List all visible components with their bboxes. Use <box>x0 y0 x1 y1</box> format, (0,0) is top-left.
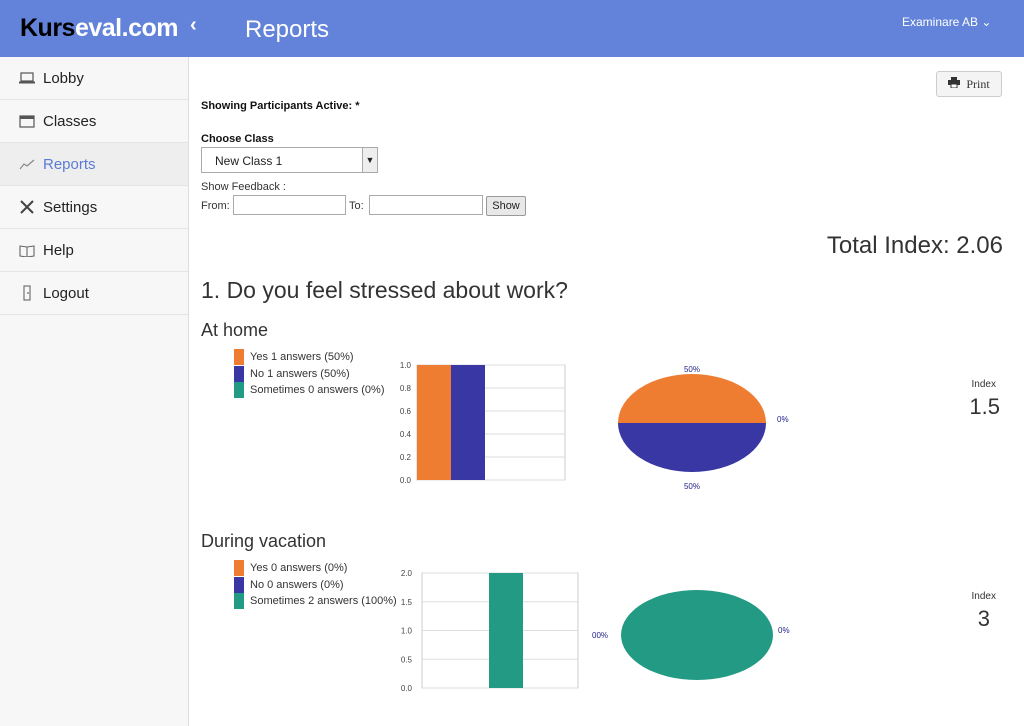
pie-label: 0% <box>777 415 789 424</box>
sidebar-item-logout[interactable]: Logout <box>0 272 188 315</box>
window-icon <box>18 113 36 129</box>
legend-swatch <box>234 560 244 577</box>
y-tick-label: 2.0 <box>401 569 413 578</box>
show-button[interactable]: Show <box>486 196 526 216</box>
chart-icon <box>18 156 36 172</box>
brand-part1: Kurs <box>20 14 75 42</box>
question-title: 1. Do you feel stressed about work? <box>201 277 568 303</box>
section-title: During vacation <box>201 531 327 551</box>
class-select[interactable]: New Class 1 ▼ <box>201 147 378 173</box>
pie-chart-vacation: 00% 0% <box>592 590 790 680</box>
legend-swatch <box>234 382 244 399</box>
to-label: To: <box>349 200 364 212</box>
legend-item: Sometimes 2 answers (100%) <box>234 593 397 610</box>
legend-item: No 1 answers (50%) <box>234 365 385 383</box>
from-label: From: <box>201 200 230 212</box>
y-tick-label: 1.5 <box>401 598 413 607</box>
legend-swatch <box>234 593 244 610</box>
door-icon <box>18 285 36 301</box>
y-tick-label: 1.0 <box>400 361 412 370</box>
index-label: Index <box>971 591 996 602</box>
legend-label: Sometimes 0 answers (0%) <box>250 384 385 397</box>
legend: Yes 0 answers (0%) No 0 answers (0%) Som… <box>234 560 397 610</box>
show-feedback-label: Show Feedback : <box>201 181 286 193</box>
print-label: Print <box>966 76 990 91</box>
print-button[interactable]: Print <box>936 71 1002 97</box>
bar-chart-vacation: 2.0 1.5 1.0 0.5 0.0 <box>401 569 579 693</box>
pie-label: 0% <box>778 626 790 635</box>
pie-label: 00% <box>592 631 608 640</box>
legend-label: Sometimes 2 answers (100%) <box>250 595 397 608</box>
sidebar-item-label: Classes <box>43 112 97 130</box>
from-date-input[interactable] <box>233 195 346 215</box>
chevron-left-icon[interactable]: ‹ <box>190 14 197 37</box>
sidebar: Lobby Classes Reports Settings Help Logo… <box>0 57 189 726</box>
page-title: Reports <box>245 16 330 43</box>
legend-label: No 1 answers (50%) <box>250 367 350 380</box>
index-label: Index <box>971 379 996 390</box>
choose-class-label: Choose Class <box>201 133 274 145</box>
sidebar-item-label: Help <box>43 241 74 259</box>
legend-item: Yes 1 answers (50%) <box>234 349 385 366</box>
participants-status: Showing Participants Active: * <box>201 100 360 112</box>
sidebar-item-reports[interactable]: Reports <box>0 143 188 186</box>
sidebar-item-label: Logout <box>43 284 89 302</box>
pie-slice-yes <box>618 374 766 423</box>
legend: Yes 1 answers (50%) No 1 answers (50%) S… <box>234 349 385 399</box>
legend-label: Yes 0 answers (0%) <box>250 562 348 575</box>
sidebar-item-classes[interactable]: Classes <box>0 100 188 143</box>
sidebar-item-help[interactable]: Help <box>0 229 188 272</box>
bar-no <box>451 365 485 480</box>
y-tick-label: 1.0 <box>401 627 413 636</box>
y-tick-label: 0.5 <box>401 655 413 664</box>
legend-item: Yes 0 answers (0%) <box>234 560 397 577</box>
y-tick-label: 0.6 <box>400 407 412 416</box>
sidebar-item-label: Lobby <box>43 69 84 87</box>
pie-slice-sometimes <box>621 590 773 680</box>
total-index: Total Index: 2.06 <box>826 232 1003 259</box>
class-select-value: New Class 1 <box>215 154 283 168</box>
bar-yes <box>417 365 451 480</box>
y-tick-label: 0.0 <box>400 476 412 485</box>
pie-label: 50% <box>684 365 700 374</box>
legend-swatch <box>234 349 244 366</box>
brand-part2: eval.com <box>74 14 179 42</box>
top-bar: Kurseval.com ‹ Reports Examinare AB ⌄ <box>0 0 1024 57</box>
legend-item: Sometimes 0 answers (0%) <box>234 382 385 399</box>
book-icon <box>18 242 36 258</box>
pie-label: 50% <box>684 482 700 491</box>
pie-slice-no <box>618 423 766 472</box>
index-value: 3 <box>977 606 990 631</box>
y-tick-label: 0.8 <box>400 384 412 393</box>
index-value: 1.5 <box>969 394 1000 419</box>
legend-label: Yes 1 answers (50%) <box>250 351 354 364</box>
sidebar-item-label: Reports <box>43 155 96 173</box>
legend-swatch <box>234 576 244 593</box>
section-title: At home <box>201 320 269 340</box>
sidebar-item-lobby[interactable]: Lobby <box>0 57 188 100</box>
legend-label: No 0 answers (0%) <box>250 578 344 591</box>
main-content: Print Showing Participants Active: * Cho… <box>189 57 1024 726</box>
to-date-input[interactable] <box>369 195 483 215</box>
legend-item: No 0 answers (0%) <box>234 576 397 594</box>
sidebar-item-settings[interactable]: Settings <box>0 186 188 229</box>
account-menu[interactable]: Examinare AB ⌄ <box>902 15 991 29</box>
brand-logo[interactable]: Kurseval.com <box>20 14 178 43</box>
printer-icon <box>948 76 961 92</box>
y-tick-label: 0.4 <box>400 430 412 439</box>
legend-swatch <box>234 365 244 382</box>
y-tick-label: 0.0 <box>401 684 413 693</box>
pie-chart-home: 50% 50% 0% <box>618 365 789 491</box>
tools-icon <box>18 199 36 215</box>
bar-sometimes <box>489 573 523 688</box>
bar-chart-home: 1.0 0.8 0.6 0.4 0.2 0.0 <box>400 361 566 485</box>
y-tick-label: 0.2 <box>400 453 412 462</box>
dropdown-arrow-icon[interactable]: ▼ <box>362 148 377 172</box>
laptop-icon <box>18 70 36 86</box>
sidebar-item-label: Settings <box>43 198 98 216</box>
